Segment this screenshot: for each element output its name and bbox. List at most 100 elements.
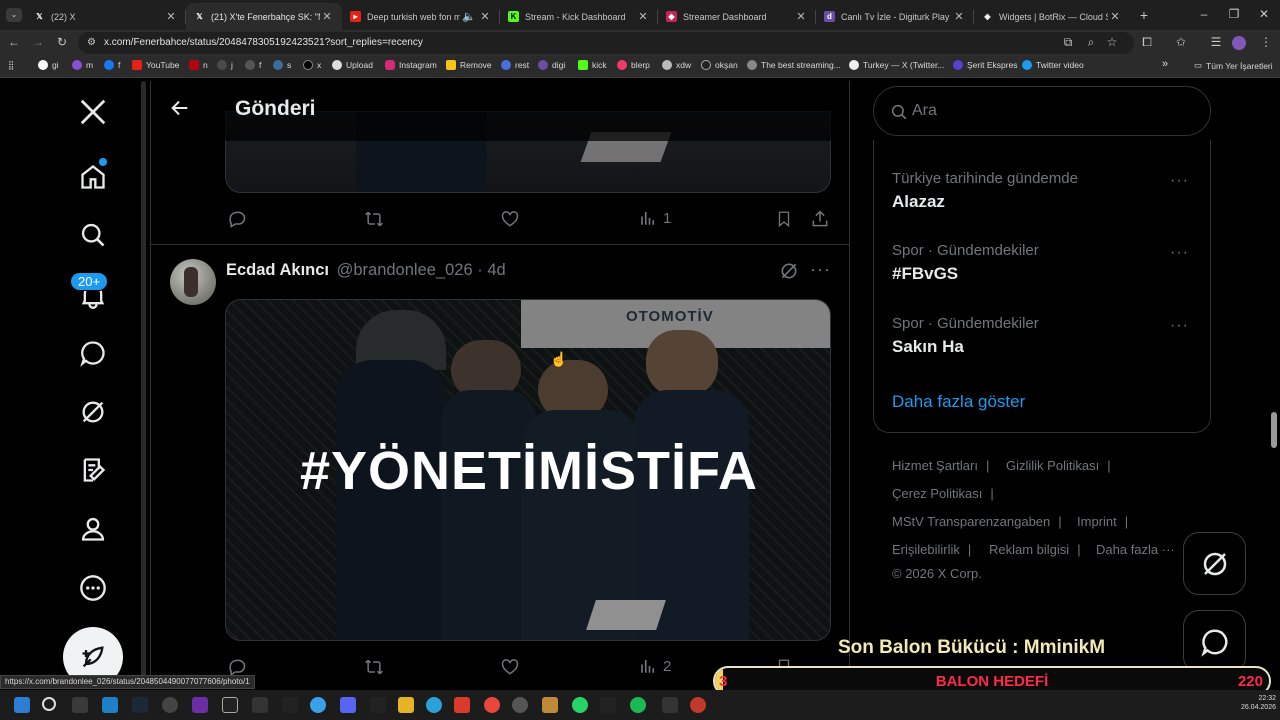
repost-icon[interactable] (363, 209, 385, 229)
close-icon[interactable]: ✕ (794, 10, 808, 23)
windows-start-icon[interactable] (14, 697, 30, 713)
bookmark-x[interactable]: x (303, 60, 321, 70)
bookmark-icon[interactable] (775, 209, 793, 229)
search-input[interactable] (912, 99, 1192, 123)
favorites-icon[interactable]: ✩ (1173, 35, 1189, 49)
footer-link-privacy[interactable]: Gizlilik Politikası | (1006, 458, 1111, 473)
views-button[interactable]: 1 (639, 209, 671, 227)
close-icon[interactable]: ✕ (164, 10, 178, 23)
close-icon[interactable]: ✕ (478, 10, 492, 23)
left-scrollbar[interactable] (141, 81, 146, 681)
app-icon[interactable] (690, 697, 706, 713)
apps-icon[interactable]: ⣿ (8, 60, 14, 71)
bookmark-f2[interactable]: f (245, 60, 261, 70)
bookmark-xdw[interactable]: xdw (662, 60, 691, 70)
profile-icon[interactable] (70, 506, 116, 552)
reload-icon[interactable]: ↻ (54, 35, 70, 49)
post-image[interactable]: OTOMOTİV #YÖNETİMİSTİFA (225, 299, 831, 641)
trend-more-icon[interactable]: ··· (1170, 244, 1189, 262)
whatsapp-icon[interactable] (572, 697, 588, 713)
address-bar[interactable]: ⚙ x.com/Fenerbahce/status/20484783051924… (78, 32, 1134, 54)
bookmark-serit-ekspres[interactable]: Şerit Ekspres (953, 60, 1018, 70)
app-4k-icon[interactable] (162, 697, 178, 713)
bookmark-remove[interactable]: Remove (446, 60, 492, 70)
all-bookmarks-folder[interactable]: ▭ Tüm Yer İşaretleri (1194, 60, 1273, 71)
close-icon[interactable]: ✕ (320, 10, 334, 23)
telegram-icon[interactable] (426, 697, 442, 713)
bookmark-s[interactable]: s (273, 60, 291, 70)
bookmark-turkey-x[interactable]: Turkey — X (Twitter... (849, 60, 944, 70)
bookmark-oksan[interactable]: okşan (701, 60, 738, 70)
search-box[interactable] (873, 86, 1211, 136)
footer-link-terms[interactable]: Hizmet Şartları | (892, 458, 989, 473)
tab-kick-dashboard[interactable]: K Stream - Kick Dashboard ✕ (500, 3, 658, 30)
close-window-button[interactable]: ✕ (1256, 7, 1272, 21)
x-logo-icon[interactable] (70, 89, 116, 135)
lists-icon[interactable] (70, 447, 116, 493)
post-time[interactable]: 4d (487, 261, 505, 279)
openai-icon[interactable] (222, 697, 238, 713)
tab-digiturk[interactable]: d Canlı Tv İzle - Digiturk Play Yurt ✕ (816, 3, 974, 30)
share-icon[interactable] (810, 209, 830, 229)
epic-games-icon[interactable] (370, 697, 386, 713)
home-icon[interactable] (70, 154, 116, 200)
author-name[interactable]: Ecdad Akıncı (226, 261, 329, 279)
app-icon[interactable] (310, 697, 326, 713)
close-icon[interactable]: ✕ (636, 10, 650, 23)
bookmark-youtube[interactable]: YouTube (132, 60, 179, 70)
back-icon[interactable]: ← (6, 35, 22, 49)
search-icon[interactable] (42, 697, 56, 711)
bookmark-twitter-video[interactable]: Twitter video (1022, 60, 1084, 70)
tab-youtube[interactable]: ▸ Deep turkish web fon müzi 🔈 ✕ (342, 3, 500, 30)
trend-more-icon[interactable]: ··· (1170, 172, 1189, 190)
extensions-icon[interactable]: ⧠ (1139, 35, 1155, 50)
messages-icon[interactable] (70, 330, 116, 376)
browser-menu-icon[interactable]: ⋮ (1258, 35, 1274, 49)
task-view-icon[interactable] (72, 697, 88, 713)
tab-x-home[interactable]: 𝕏 (22) X ✕ (26, 3, 186, 30)
avatar[interactable] (170, 259, 216, 305)
site-info-icon[interactable]: ⚙ (87, 32, 96, 54)
app-icon[interactable] (192, 697, 208, 713)
new-tab-button[interactable]: + (1136, 7, 1152, 23)
like-icon[interactable] (500, 209, 520, 229)
bookmark-star-icon[interactable]: ☆ (1104, 35, 1120, 49)
trend-more-icon[interactable]: ··· (1170, 317, 1189, 335)
spotify-icon[interactable] (630, 697, 646, 713)
file-explorer-icon[interactable] (398, 697, 414, 713)
bookmark-n[interactable]: n (189, 60, 208, 70)
bookmarks-overflow-button[interactable]: » (1162, 58, 1168, 70)
trend-name[interactable]: Alazaz (892, 192, 945, 212)
minimize-button[interactable]: – (1196, 7, 1212, 21)
footer-link-ads-info[interactable]: Reklam bilgisi | (989, 542, 1081, 557)
bookmark-instagram[interactable]: Instagram (385, 60, 437, 70)
zoom-icon[interactable]: ⌕ (1083, 35, 1099, 50)
speaker-icon[interactable]: 🔈 (460, 10, 478, 23)
bookmark-gi[interactable]: gi (38, 60, 59, 70)
footer-link-accessibility[interactable]: Erişilebilirlik | (892, 542, 971, 557)
app-icon[interactable] (542, 697, 558, 713)
more-options-icon[interactable] (70, 565, 116, 611)
reply-icon[interactable] (227, 209, 247, 229)
forward-icon[interactable]: → (30, 35, 46, 49)
bookmark-blerp[interactable]: blerp (617, 60, 650, 70)
app-icon[interactable] (600, 697, 616, 713)
close-icon[interactable]: ✕ (952, 10, 966, 23)
bookmark-m[interactable]: m (72, 60, 93, 70)
settings-icon[interactable] (512, 697, 528, 713)
app-icon[interactable] (454, 697, 470, 713)
reply-icon[interactable] (227, 657, 247, 677)
trend-name[interactable]: Sakın Ha (892, 337, 964, 357)
app-icon[interactable] (662, 697, 678, 713)
bookmark-digi[interactable]: digi (538, 60, 565, 70)
footer-link-imprint[interactable]: Imprint | (1077, 514, 1128, 529)
steam-icon[interactable] (132, 697, 148, 713)
cast-icon[interactable]: ⧉ (1060, 35, 1076, 50)
tab-actions-icon[interactable]: ☰ (1208, 35, 1224, 49)
maximize-button[interactable]: ❐ (1226, 7, 1242, 21)
footer-link-mstv[interactable]: MStV Transparenzangaben | (892, 514, 1062, 529)
explore-icon[interactable] (70, 212, 116, 258)
trend-name[interactable]: #FBvGS (892, 264, 958, 284)
grok-icon[interactable] (779, 261, 799, 286)
close-icon[interactable]: ✕ (1108, 10, 1122, 23)
